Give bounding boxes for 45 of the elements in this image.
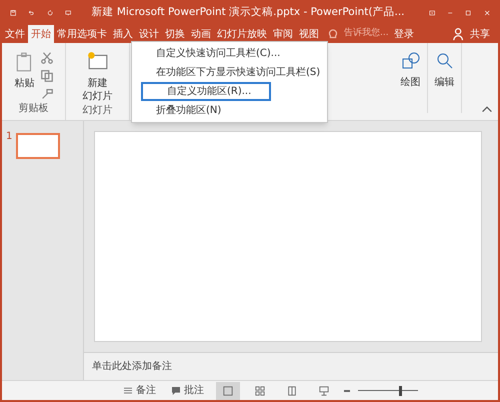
view-button[interactable] <box>216 382 240 400</box>
paste-button[interactable]: 粘贴 <box>14 51 36 90</box>
zoom-slider[interactable] <box>358 386 418 396</box>
editing-button[interactable]: 编辑 <box>428 43 462 113</box>
group-label: 幻灯片 <box>82 104 112 118</box>
login-button[interactable]: 登录 <box>390 25 418 43</box>
ribbon-tab[interactable]: 常用选项卡 <box>54 25 110 43</box>
drawing-button[interactable]: 绘图 <box>394 43 428 113</box>
search-icon <box>434 51 454 71</box>
ribbon-tab[interactable]: 切换 <box>162 25 188 43</box>
slide-thumbnail[interactable] <box>16 133 60 159</box>
menu-item[interactable]: 折叠功能区(N) <box>132 101 327 120</box>
normal-view-icon <box>223 386 233 396</box>
menu-item[interactable]: 自定义功能区(R)... <box>141 82 271 101</box>
ribbon-tab[interactable]: 幻灯片放映 <box>214 25 270 43</box>
cut-icon[interactable] <box>40 51 54 65</box>
ribbon-tab[interactable]: 文件 <box>2 25 28 43</box>
shapes-icon <box>400 51 420 71</box>
notes-icon <box>124 386 132 394</box>
notes-button[interactable]: 备注 <box>120 383 160 398</box>
share-button[interactable]: 共享 <box>448 25 494 43</box>
group-label: 剪贴板 <box>18 102 48 116</box>
grid-view-icon <box>255 386 265 396</box>
copy-icon[interactable] <box>40 69 54 83</box>
ribbon-tab[interactable]: 视图 <box>296 25 322 43</box>
format-painter-icon[interactable] <box>40 87 54 101</box>
ribbon-tab[interactable]: 插入 <box>110 25 136 43</box>
tell-me-field[interactable]: 告诉我您... <box>344 27 390 41</box>
slide-number: 1 <box>6 130 12 144</box>
new-slide-button[interactable]: 新建 幻灯片 <box>82 51 112 103</box>
ribbon-tab[interactable]: 审阅 <box>270 25 296 43</box>
window-title: 新建 Microsoft PowerPoint 演示文稿.pptx - PowerPoint(产品... <box>92 4 405 20</box>
zoom-thumb[interactable] <box>399 386 402 396</box>
reading-view-icon <box>287 386 297 396</box>
person-icon[interactable] <box>452 27 466 41</box>
ribbon-tab[interactable]: 开始 <box>28 25 54 43</box>
notes-placeholder[interactable]: 单击此处添加备注 <box>92 359 172 374</box>
ribbon-tab[interactable]: 设计 <box>136 25 162 43</box>
comments-button[interactable]: 批注 <box>168 383 208 398</box>
presentation-icon <box>319 386 329 396</box>
lightbulb-icon[interactable] <box>326 27 340 41</box>
comment-icon <box>172 386 180 394</box>
menu-item[interactable]: 自定义快速访问工具栏(C)... <box>132 44 327 63</box>
menu-item[interactable]: 在功能区下方显示快速访问工具栏(S) <box>132 63 327 82</box>
ribbon-tab[interactable]: 动画 <box>188 25 214 43</box>
